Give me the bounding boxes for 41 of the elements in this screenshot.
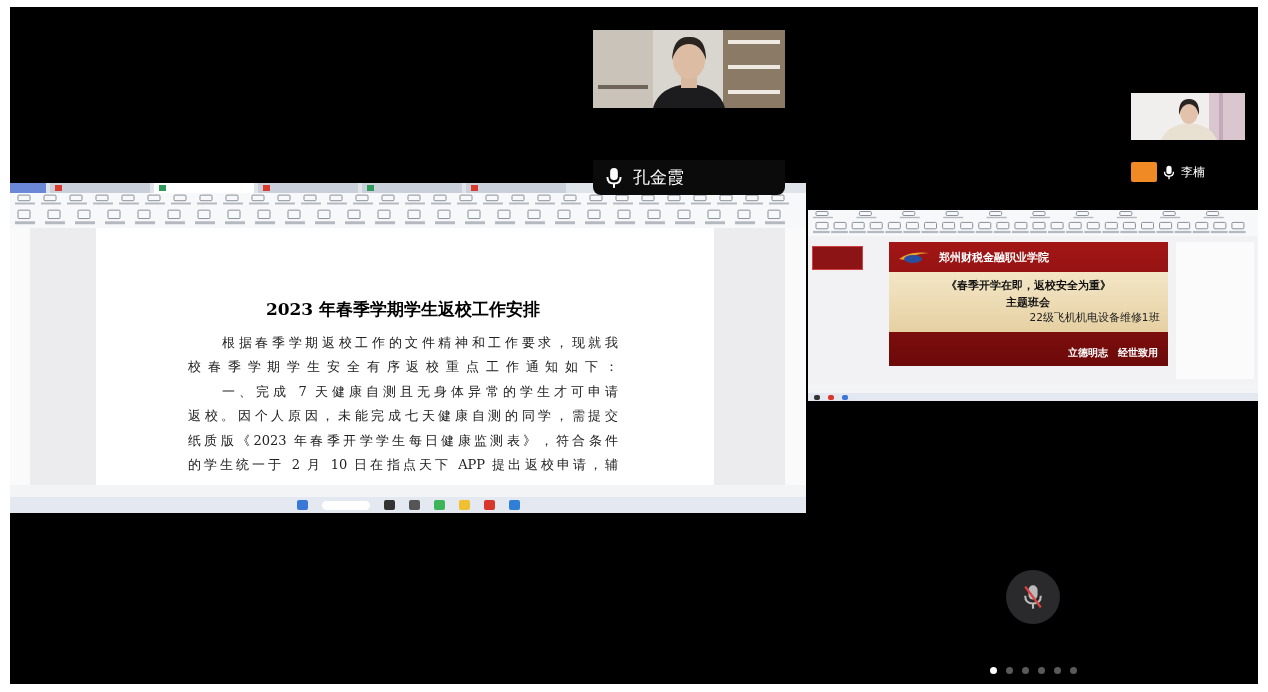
page-dot[interactable] — [1038, 667, 1045, 674]
slide-thumbnail[interactable] — [812, 246, 864, 270]
page-dot[interactable] — [1022, 667, 1029, 674]
page-dot[interactable] — [1070, 667, 1077, 674]
school-name: 郑州财税金融职业学院 — [939, 249, 1050, 265]
app-icon[interactable] — [383, 500, 395, 510]
document-line: 的学生统一于 2 月 10 日在指点天下 APP 提出返校申请，辅 — [188, 456, 618, 475]
document-line: 一、完成 7 天健康自测且无身体异常的学生才可申请 — [221, 382, 618, 401]
slide-title: 《春季开学在即，返校安全为重》 — [945, 279, 1111, 293]
tab[interactable] — [466, 183, 566, 193]
mic-icon — [1022, 584, 1044, 610]
tab[interactable] — [50, 183, 150, 193]
app-icon[interactable] — [408, 500, 420, 510]
microphone-button[interactable] — [1006, 570, 1060, 624]
document-line: 根据春季学期返校工作的文件精神和工作要求，现就我 — [221, 334, 618, 352]
file-icon — [471, 185, 478, 191]
app-icon[interactable] — [814, 394, 820, 400]
file-icon — [263, 185, 270, 191]
page-dot[interactable] — [990, 667, 997, 674]
mic-icon — [1163, 164, 1175, 180]
tab[interactable] — [258, 183, 358, 193]
page-dot[interactable] — [1006, 667, 1013, 674]
document-title: 2023 年春季学期学生返校工作安排 — [264, 298, 542, 321]
file-icon — [55, 185, 62, 191]
document-line: 纸质版《2023 年春季开学学生每日健康监测表》，符合条件 — [188, 431, 618, 450]
file-icon — [367, 185, 374, 191]
tab[interactable] — [362, 183, 462, 193]
mic-icon — [605, 166, 623, 189]
motto: 立德明志 经世致用 — [1067, 346, 1158, 360]
start-icon[interactable] — [296, 500, 308, 510]
slide-subtitle: 主题班会 — [1006, 296, 1051, 310]
class-name: 22级飞机机电设备维修1班 — [1029, 311, 1160, 325]
file-icon — [159, 185, 166, 191]
document-line: 校春季学期学生安全有序返校重点工作通知如下： — [188, 358, 618, 377]
page-dot[interactable] — [1054, 667, 1061, 674]
participant-name: 孔金霞 — [633, 166, 684, 189]
tab[interactable] — [154, 183, 254, 193]
search-field[interactable] — [321, 500, 370, 510]
avatar-icon — [1131, 162, 1157, 182]
document-line: 返校。因个人原因，未能完成七天健康自测的同学，需提交 — [188, 407, 618, 426]
participant-name: 李楠 — [1181, 163, 1205, 181]
